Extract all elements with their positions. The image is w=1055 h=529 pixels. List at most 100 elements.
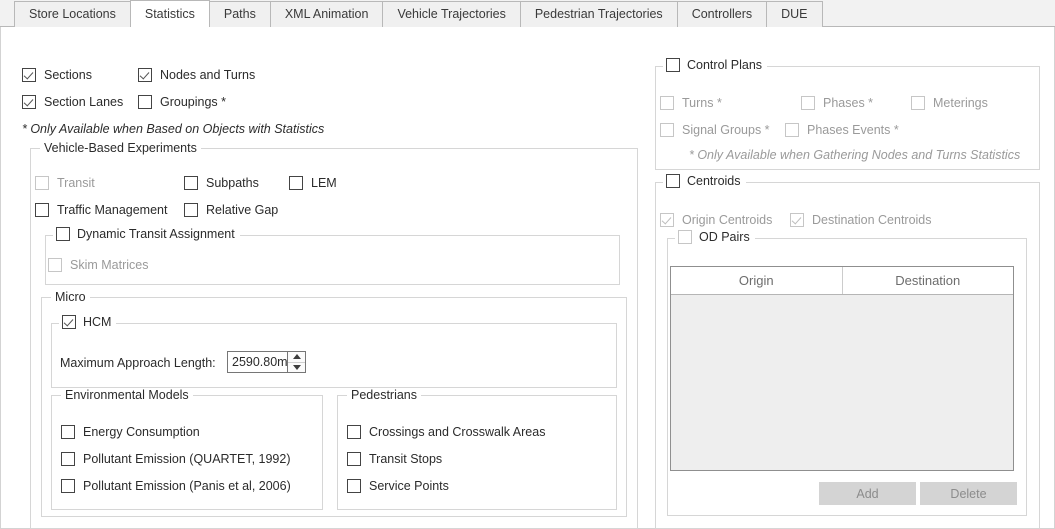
triangle-up-icon [292,354,301,360]
table-body[interactable] [671,295,1013,470]
checkbox-box-icon [138,68,152,82]
checkbox-crossings-and-crosswalk-areas[interactable]: Crossings and Crosswalk Areas [347,425,545,439]
delete-button[interactable]: Delete [920,482,1017,505]
checkbox-label: Sections [44,68,92,82]
checkbox-label: Meterings [933,96,988,110]
tab-vehicle-trajectories[interactable]: Vehicle Trajectories [382,1,520,27]
checkbox-box-icon [35,176,49,190]
checkbox-label: Phases * [823,96,874,110]
group-legend: Control Plans [663,58,768,72]
environmental-models-options: Energy Consumption Pollutant Emission (Q… [61,425,291,493]
group-legend: Dynamic Transit Assignment [53,227,240,241]
checkbox-meterings[interactable]: Meterings [911,96,988,110]
triangle-down-icon [292,364,301,370]
checkbox-centroids[interactable] [666,174,680,188]
tab-xml-animation[interactable]: XML Animation [269,1,383,27]
checkbox-box-icon [184,176,198,190]
tab-controllers[interactable]: Controllers [676,1,767,27]
checkbox-label: LEM [311,176,337,190]
checkbox-subpaths[interactable]: Subpaths [184,176,259,190]
group-legend-label: OD Pairs [699,230,750,244]
checkbox-label: Nodes and Turns [160,68,256,82]
column-header-origin[interactable]: Origin [671,267,842,294]
checkbox-label: Origin Centroids [682,213,773,227]
checkbox-label: Pollutant Emission (QUARTET, 1992) [83,452,291,466]
checkbox-box-icon [22,68,36,82]
checkbox-destination-centroids[interactable]: Destination Centroids [790,213,932,227]
tab-pedestrian-trajectories[interactable]: Pedestrian Trajectories [519,1,677,27]
table-header-row: Origin Destination [671,267,1013,295]
checkbox-skim-matrices[interactable]: Skim Matrices [48,258,148,272]
checkbox-signal-groups[interactable]: Signal Groups * [660,123,770,137]
checkbox-label: Energy Consumption [83,425,200,439]
checkbox-service-points[interactable]: Service Points [347,479,545,493]
checkbox-transit[interactable]: Transit [35,176,95,190]
checkbox-box-icon [347,479,361,493]
checkbox-section-lanes[interactable]: Section Lanes [22,95,123,109]
checkbox-box-icon [660,96,674,110]
checkbox-box-icon [35,203,49,217]
checkbox-origin-centroids[interactable]: Origin Centroids [660,213,772,227]
group-legend-label: Dynamic Transit Assignment [77,227,235,241]
checkbox-nodes-and-turns[interactable]: Nodes and Turns [138,68,255,82]
checkbox-label: Subpaths [206,176,259,190]
checkbox-box-icon [138,95,152,109]
checkbox-sections[interactable]: Sections [22,68,92,82]
tab-paths[interactable]: Paths [209,1,270,27]
checkbox-box-icon [22,95,36,109]
checkbox-energy-consumption[interactable]: Energy Consumption [61,425,291,439]
spinner-maximum-approach-length[interactable]: 2590.80m [227,351,306,373]
checkbox-label: Traffic Management [57,203,168,217]
checkbox-phases[interactable]: Phases * [801,96,873,110]
checkbox-relative-gap[interactable]: Relative Gap [184,203,278,217]
checkbox-label: Destination Centroids [812,213,932,227]
checkbox-label: Crossings and Crosswalk Areas [369,425,546,439]
group-legend: Environmental Models [61,388,193,402]
checkbox-dynamic-transit-assignment[interactable] [56,227,70,241]
group-legend: OD Pairs [675,230,755,244]
checkbox-transit-stops[interactable]: Transit Stops [347,452,545,466]
statistics-footnote: * Only Available when Based on Objects w… [22,122,325,136]
tab-store-locations[interactable]: Store Locations [14,1,130,27]
checkbox-box-icon [289,176,303,190]
checkbox-box-icon [785,123,799,137]
checkbox-label: Relative Gap [206,203,279,217]
group-legend-label: Control Plans [687,58,763,72]
checkbox-label: Signal Groups * [682,123,770,137]
add-button[interactable]: Add [819,482,916,505]
checkbox-box-icon [801,96,815,110]
pedestrians-options: Crossings and Crosswalk Areas Transit St… [347,425,545,493]
control-plans-footnote: * Only Available when Gathering Nodes an… [689,148,1021,162]
checkbox-label: Groupings * [160,95,227,109]
checkbox-box-icon [660,213,674,227]
checkbox-control-plans[interactable] [666,58,680,72]
od-pairs-table[interactable]: Origin Destination [670,266,1014,471]
checkbox-phases-events[interactable]: Phases Events * [785,123,899,137]
group-legend: Centroids [663,174,746,188]
tab-statistics[interactable]: Statistics [129,0,210,27]
spinner-value[interactable]: 2590.80m [228,352,287,372]
spinner-down-button[interactable] [288,363,305,373]
checkbox-label: Turns * [682,96,722,110]
group-legend-label: Centroids [687,174,741,188]
group-legend: Micro [51,290,90,304]
checkbox-pollutant-emission-panis[interactable]: Pollutant Emission (Panis et al, 2006) [61,479,291,493]
checkbox-box-icon [184,203,198,217]
label-maximum-approach-length: Maximum Approach Length: [60,356,216,370]
checkbox-box-icon [347,425,361,439]
checkbox-label: Skim Matrices [70,258,149,272]
checkbox-traffic-management[interactable]: Traffic Management [35,203,167,217]
checkbox-lem[interactable]: LEM [289,176,337,190]
checkbox-od-pairs[interactable] [678,230,692,244]
checkbox-turns[interactable]: Turns * [660,96,722,110]
checkbox-label: Phases Events * [807,123,899,137]
checkbox-box-icon [347,452,361,466]
checkbox-groupings[interactable]: Groupings * [138,95,226,109]
checkbox-pollutant-emission-quartet[interactable]: Pollutant Emission (QUARTET, 1992) [61,452,291,466]
column-header-destination[interactable]: Destination [841,267,1014,294]
checkbox-hcm[interactable] [62,315,76,329]
spinner-up-button[interactable] [288,352,305,363]
tab-due[interactable]: DUE [766,1,823,27]
checkbox-box-icon [48,258,62,272]
checkbox-label: Transit [57,176,95,190]
